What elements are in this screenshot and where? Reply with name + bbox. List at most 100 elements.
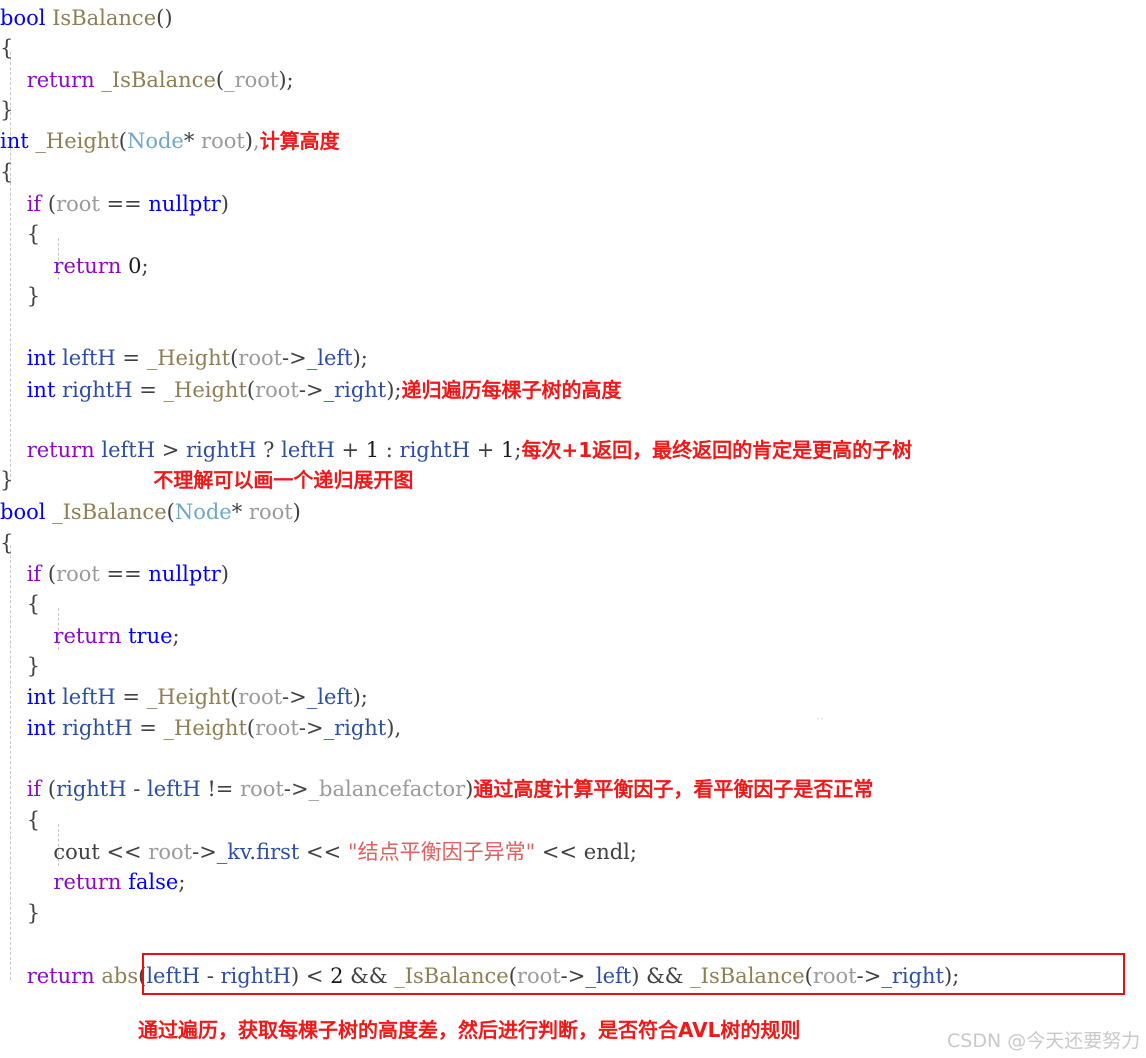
code-token: false bbox=[128, 870, 179, 894]
code-line[interactable]: bool IsBalance() bbox=[0, 2, 1146, 34]
code-token: ) < bbox=[290, 964, 331, 988]
code-token: _kv bbox=[216, 840, 250, 864]
code-line[interactable]: return false; bbox=[0, 866, 1146, 898]
code-line[interactable]: { bbox=[0, 218, 1146, 250]
code-line[interactable]: } bbox=[0, 897, 1146, 929]
code-token: _root bbox=[224, 68, 279, 92]
code-token: } bbox=[0, 901, 41, 925]
code-line[interactable]: int leftH = _Height(root->_left); bbox=[0, 681, 1146, 713]
code-token: _Height bbox=[163, 716, 247, 740]
code-token: root bbox=[238, 346, 283, 370]
code-token: int bbox=[26, 378, 56, 402]
code-token: root bbox=[248, 500, 293, 524]
code-token: ; bbox=[178, 870, 186, 894]
code-line[interactable]: { bbox=[0, 32, 1146, 64]
code-token: } bbox=[0, 284, 41, 308]
code-token: ); bbox=[386, 378, 402, 402]
code-token: ( bbox=[508, 964, 517, 988]
code-token: { bbox=[0, 222, 41, 246]
code-token: int bbox=[26, 716, 56, 740]
code-line[interactable]: } 不理解可以画一个递归展开图 bbox=[0, 464, 1146, 496]
code-token: ( bbox=[41, 562, 57, 586]
code-token: if bbox=[26, 192, 42, 216]
code-token: ( bbox=[246, 716, 256, 740]
code-line[interactable]: return true; bbox=[0, 620, 1146, 652]
code-token: 1 bbox=[500, 438, 515, 462]
code-line[interactable]: { bbox=[0, 588, 1146, 620]
code-token: root bbox=[148, 840, 193, 864]
code-token: - bbox=[200, 964, 221, 988]
code-line[interactable]: return _IsBalance(_root); bbox=[0, 64, 1146, 96]
code-line[interactable]: int leftH = _Height(root->_left); bbox=[0, 342, 1146, 374]
code-line[interactable]: } bbox=[0, 650, 1146, 682]
code-token: int bbox=[26, 685, 56, 709]
code-line[interactable]: if (root == nullptr) bbox=[0, 558, 1146, 590]
code-token: ( bbox=[118, 129, 127, 153]
code-line[interactable]: cout << root->_kv.first << "结点平衡因子异常" <<… bbox=[0, 836, 1146, 868]
code-token: endl bbox=[583, 840, 630, 864]
code-token: first bbox=[256, 840, 300, 864]
code-line[interactable]: return abs (leftH - rightH) < 2 && _IsBal… bbox=[0, 960, 1146, 992]
code-token: } bbox=[0, 468, 14, 492]
code-token: << bbox=[535, 840, 584, 864]
code-token: _IsBalance bbox=[52, 500, 167, 524]
code-token: _right bbox=[881, 964, 944, 988]
code-token: _balancefactor bbox=[308, 777, 466, 801]
code-editor[interactable]: bool IsBalance(){ return _IsBalance(_roo… bbox=[0, 0, 1146, 1058]
code-token: ( bbox=[41, 192, 57, 216]
code-token: = bbox=[132, 378, 164, 402]
code-token: () bbox=[156, 6, 173, 30]
code-token: ( bbox=[246, 378, 256, 402]
code-token: { bbox=[0, 592, 41, 616]
inline-annotation: 递归遍历每棵子树的高度 bbox=[401, 378, 622, 402]
code-token: rightH bbox=[56, 777, 127, 801]
code-token: return bbox=[26, 964, 95, 988]
code-line[interactable]: { bbox=[0, 156, 1146, 188]
code-line[interactable]: int _Height(Node* root),计算高度 bbox=[0, 125, 1146, 157]
bottom-annotation: 通过遍历，获取每棵子树的高度差，然后进行判断，是否符合AVL树的规则 bbox=[138, 1018, 801, 1042]
code-token: return bbox=[53, 870, 122, 894]
code-line[interactable]: int rightH = _Height(root->_right);递归遍历每… bbox=[0, 374, 1146, 406]
code-token: = bbox=[115, 685, 147, 709]
code-token: - bbox=[126, 777, 148, 801]
code-token: _left bbox=[585, 964, 632, 988]
code-token: << bbox=[99, 840, 149, 864]
code-token: Node bbox=[126, 129, 184, 153]
code-token: { bbox=[0, 36, 14, 60]
code-line[interactable]: } bbox=[0, 94, 1146, 126]
code-token: return bbox=[53, 624, 122, 648]
code-token: rightH bbox=[220, 964, 291, 988]
code-token: return bbox=[53, 254, 122, 278]
code-token: rightH bbox=[62, 378, 133, 402]
code-line[interactable]: return 0; bbox=[0, 250, 1146, 282]
code-token: leftH bbox=[62, 346, 116, 370]
code-line[interactable]: { bbox=[0, 804, 1146, 836]
code-line[interactable]: if (root == nullptr) bbox=[0, 188, 1146, 220]
code-token: ; bbox=[141, 254, 149, 278]
code-line[interactable]: if (rightH - leftH != root->_balancefact… bbox=[0, 773, 1146, 805]
inline-annotation: 不理解可以画一个递归展开图 bbox=[153, 468, 414, 492]
code-token: leftH bbox=[146, 964, 201, 988]
code-token: root bbox=[516, 964, 561, 988]
code-token: -> bbox=[282, 685, 307, 709]
code-line[interactable]: return leftH > rightH ? leftH + 1 : righ… bbox=[0, 434, 1146, 466]
code-token: _IsBalance bbox=[101, 68, 216, 92]
code-line[interactable]: int rightH = _Height(root->_right), bbox=[0, 712, 1146, 744]
code-token: ) bbox=[220, 192, 229, 216]
code-token: root bbox=[255, 716, 299, 740]
code-line[interactable]: } bbox=[0, 280, 1146, 312]
code-token: , bbox=[253, 129, 260, 153]
code-line[interactable]: bool _IsBalance(Node* root) bbox=[0, 496, 1146, 528]
code-token: _Height bbox=[146, 685, 231, 709]
code-token: _Height bbox=[35, 129, 119, 153]
code-token: -> bbox=[282, 346, 307, 370]
code-token: cout bbox=[53, 840, 100, 864]
code-line[interactable]: { bbox=[0, 527, 1146, 559]
code-token: = bbox=[132, 716, 164, 740]
code-token: nullptr bbox=[148, 562, 221, 586]
